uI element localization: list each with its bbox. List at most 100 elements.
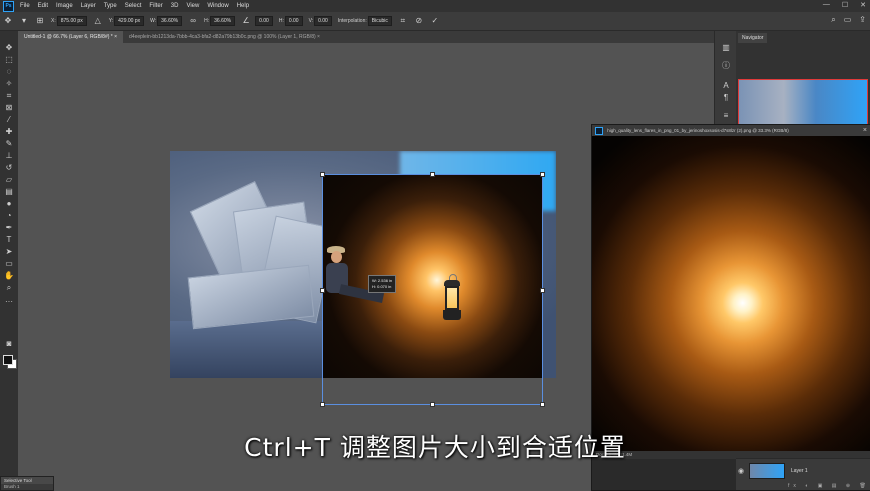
paragraph-icon[interactable]: ¶ — [720, 93, 732, 103]
menu-filter[interactable]: Filter — [149, 3, 162, 9]
close-icon[interactable]: × — [863, 125, 867, 136]
path-select-icon[interactable]: ➤ — [3, 247, 15, 257]
menu-file[interactable]: File — [20, 3, 30, 9]
delta-icon[interactable]: △ — [94, 17, 102, 25]
lens-flare-image[interactable] — [592, 136, 870, 451]
selective-tool-title[interactable]: Selective Tool — [1, 477, 53, 484]
history-brush-icon[interactable]: ↺ — [3, 163, 15, 173]
workspace-icon[interactable]: ▭ — [844, 15, 852, 25]
handle-bottom-right[interactable] — [540, 402, 545, 407]
character-icon[interactable]: A — [720, 81, 732, 91]
move-icon[interactable]: ✥ — [3, 43, 15, 53]
window-title-bar[interactable]: high_quality_lens_flares_in_png_01_by_je… — [592, 125, 870, 136]
h-label: H: — [204, 18, 210, 24]
handle-middle-left[interactable] — [320, 288, 325, 293]
reference-point-icon[interactable]: ⊞ — [36, 17, 44, 25]
maximize-icon[interactable]: ☐ — [842, 1, 848, 9]
height-field[interactable]: 36.60% — [210, 16, 236, 26]
warp-icon[interactable]: ⌗ — [399, 17, 407, 25]
options-right-icons: ⌕ ▭ ⇪ — [831, 15, 866, 25]
foreground-color-swatch[interactable] — [3, 355, 13, 365]
menu-help[interactable]: Help — [237, 3, 249, 9]
handle-top-left[interactable] — [320, 172, 325, 177]
tab-untitled[interactable]: Untitled-1 @ 66.7% (Layer 6, RGB/8#) * × — [18, 31, 124, 43]
close-icon[interactable]: ✕ — [860, 1, 866, 9]
tool-preset-icon[interactable]: ▾ — [20, 17, 28, 25]
commit-transform-icon[interactable]: ✓ — [431, 17, 439, 25]
video-subtitle: Ctrl+T 调整图片大小到合适位置 — [244, 433, 626, 462]
layer-thumbnail[interactable] — [749, 463, 785, 479]
blur-icon[interactable]: ● — [3, 199, 15, 209]
layer-name[interactable]: Layer 1 — [791, 468, 808, 474]
dodge-icon[interactable]: ◔ — [3, 211, 15, 221]
properties-icon[interactable]: ≡ — [720, 111, 732, 121]
search-icon[interactable]: ⌕ — [831, 15, 835, 25]
menu-view[interactable]: View — [186, 3, 199, 9]
menu-3d[interactable]: 3D — [171, 3, 179, 9]
gradient-icon[interactable]: ▤ — [3, 187, 15, 197]
share-icon[interactable]: ⇪ — [859, 15, 866, 25]
selective-tool-value: Brush 1 — [4, 484, 20, 489]
stamp-icon[interactable]: ⊥ — [3, 151, 15, 161]
link-icon[interactable]: ∞ — [189, 17, 197, 25]
brush-icon[interactable]: ✎ — [3, 139, 15, 149]
hand-icon[interactable]: ✋ — [3, 271, 15, 281]
window-title: high_quality_lens_flares_in_png_01_by_je… — [607, 128, 789, 133]
tab-close-icon[interactable]: × — [317, 34, 320, 40]
photoshop-doc-icon — [595, 126, 603, 135]
quick-mask-icon[interactable]: ◙ — [3, 339, 15, 349]
vskew-field[interactable]: 0.00 — [314, 16, 332, 26]
menu-layer[interactable]: Layer — [81, 3, 96, 9]
lasso-icon[interactable]: ◌ — [3, 67, 15, 77]
menu-select[interactable]: Select — [125, 3, 142, 9]
more-icon[interactable]: ··· — [3, 297, 15, 307]
crop-icon[interactable]: ⌗ — [3, 91, 15, 101]
marquee-icon[interactable]: ⬚ — [3, 55, 15, 65]
type-icon[interactable]: T — [3, 235, 15, 245]
handle-top-center[interactable] — [430, 172, 435, 177]
menu-type[interactable]: Type — [104, 3, 117, 9]
frame-icon[interactable]: ⊠ — [3, 103, 15, 113]
histogram-icon[interactable]: ▥ — [720, 43, 732, 53]
cancel-transform-icon[interactable]: ⊘ — [415, 17, 423, 25]
handle-top-right[interactable] — [540, 172, 545, 177]
x-field[interactable]: 875.00 px — [56, 16, 87, 26]
tab-close-icon[interactable]: × — [114, 34, 117, 40]
menu-image[interactable]: Image — [56, 3, 73, 9]
healing-icon[interactable]: ✚ — [3, 127, 15, 137]
navigator-title[interactable]: Navigator — [738, 33, 768, 43]
magic-wand-icon[interactable]: ✧ — [3, 79, 15, 89]
info-icon[interactable]: ⓘ — [720, 61, 732, 71]
book-page — [187, 264, 315, 330]
angle-field[interactable]: 0.00 — [255, 16, 273, 26]
eyedropper-icon[interactable]: ⁄ — [3, 115, 15, 125]
shape-icon[interactable]: ▭ — [3, 259, 15, 269]
transform-bounding-box[interactable] — [320, 172, 545, 407]
transform-tooltip: W: 2.536 in H: 0.070 in — [368, 275, 397, 293]
tooltip-height: H: 0.070 in — [372, 284, 392, 289]
width-field[interactable]: 36.60% — [157, 16, 183, 26]
tab-png-file[interactable]: d4eeplein-bb1213da-7bbb-4ca3-bfa2-d82a79… — [123, 31, 326, 43]
hskew-field[interactable]: 0.00 — [284, 16, 303, 26]
angle-icon: ∠ — [242, 16, 250, 25]
interpolation-select[interactable]: Bicubic — [367, 16, 392, 26]
handle-bottom-left[interactable] — [320, 402, 325, 407]
menu-bar: Ps File Edit Image Layer Type Select Fil… — [0, 0, 870, 12]
y-field[interactable]: 429.00 px — [114, 16, 145, 26]
y-label: Y: — [108, 18, 114, 24]
tab-label: d4eeplein-bb1213da-7bbb-4ca3-bfa2-d82a79… — [129, 34, 316, 40]
pen-icon[interactable]: ✒ — [3, 223, 15, 233]
menu-window[interactable]: Window — [207, 3, 228, 9]
options-bar: ✥ ▾ ⊞ X: 875.00 px △ Y: 429.00 px W: 36.… — [0, 12, 870, 31]
minimize-icon[interactable]: — — [823, 1, 830, 9]
menu-edit[interactable]: Edit — [38, 3, 48, 9]
eraser-icon[interactable]: ▱ — [3, 175, 15, 185]
zoom-icon[interactable]: ⌕ — [3, 283, 15, 293]
layer-footer-icons[interactable]: fx ◐ ▣ ▤ ⊕ 🗑 — [788, 483, 870, 489]
visibility-eye-icon[interactable]: ◉ — [738, 467, 744, 475]
hskew-label: H: — [278, 18, 284, 24]
handle-middle-right[interactable] — [540, 288, 545, 293]
handle-bottom-center[interactable] — [430, 402, 435, 407]
window-controls: — ☐ ✕ — [823, 1, 866, 9]
vskew-label: V: — [308, 18, 314, 24]
